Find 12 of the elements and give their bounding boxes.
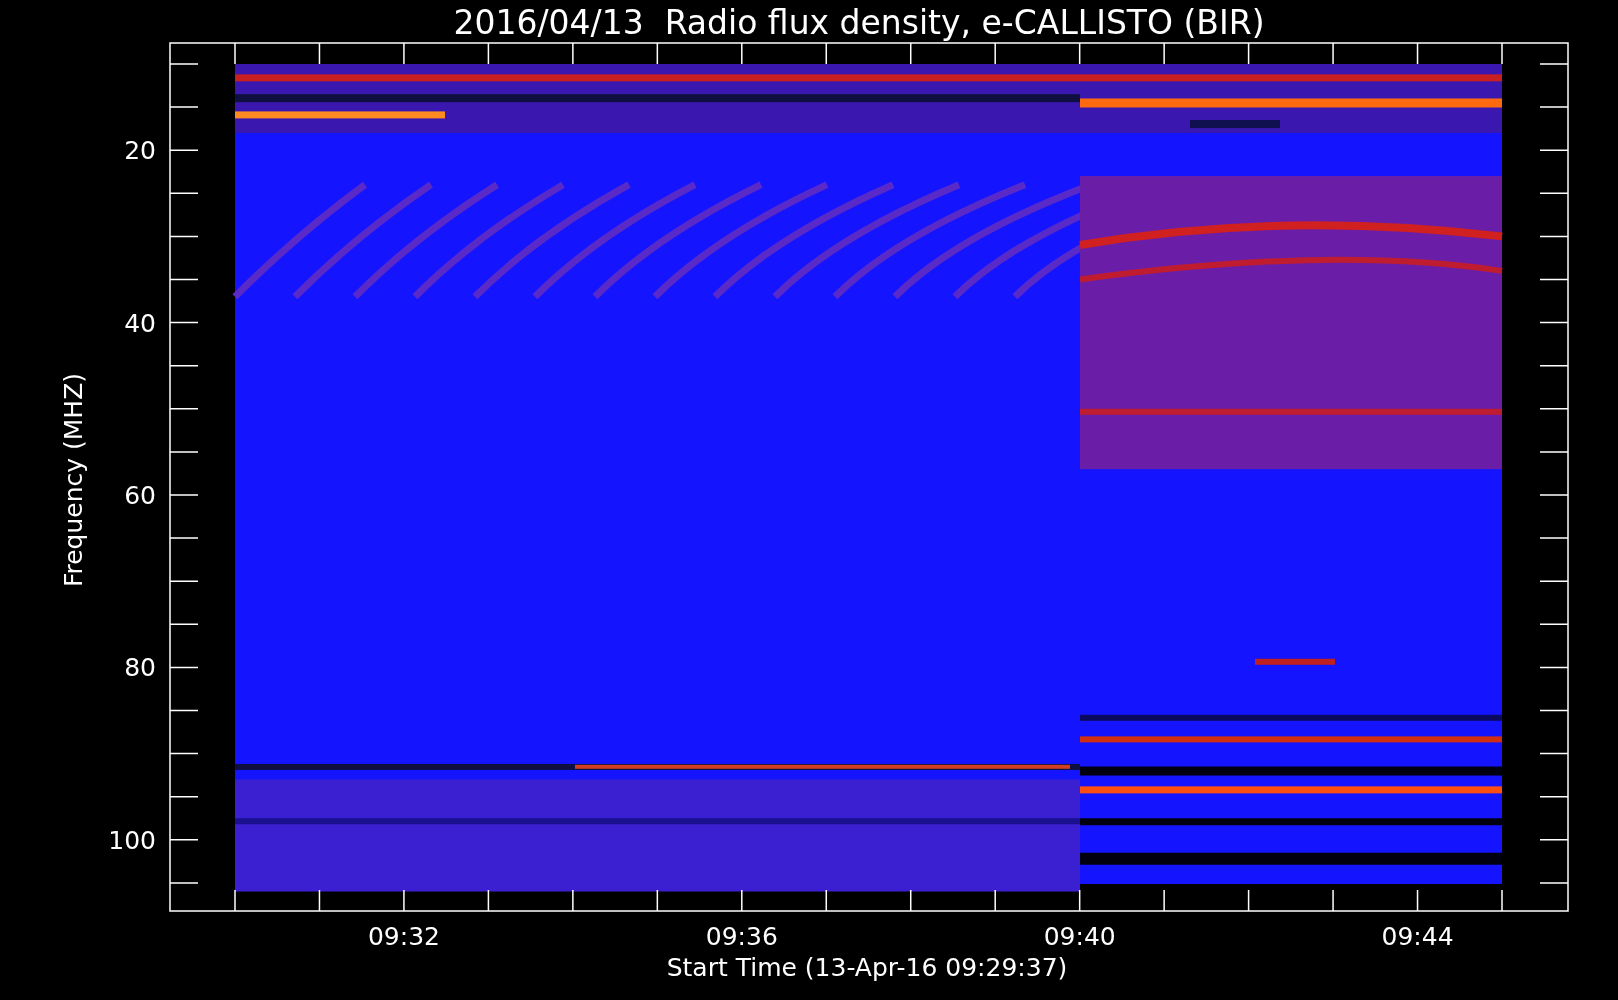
y-tick-label: 40 <box>124 308 156 338</box>
x-tick-label: 09:36 <box>705 922 778 951</box>
x-tick-label: 09:40 <box>1043 922 1116 951</box>
plot-title: 2016/04/13 Radio flux density, e-CALLISTO (BIR) <box>453 3 1265 42</box>
y-tick-label: 100 <box>108 825 156 855</box>
x-tick-label: 09:32 <box>367 922 440 951</box>
y-tick-label: 20 <box>124 136 156 166</box>
y-tick-label: 80 <box>124 653 156 683</box>
x-tick-label: 09:44 <box>1381 922 1454 951</box>
x-axis-label: Start Time (13-Apr-16 09:29:37) <box>666 953 1068 982</box>
y-tick-label: 60 <box>124 481 156 510</box>
y-axis-label: Frequency (MHZ) <box>59 372 88 588</box>
